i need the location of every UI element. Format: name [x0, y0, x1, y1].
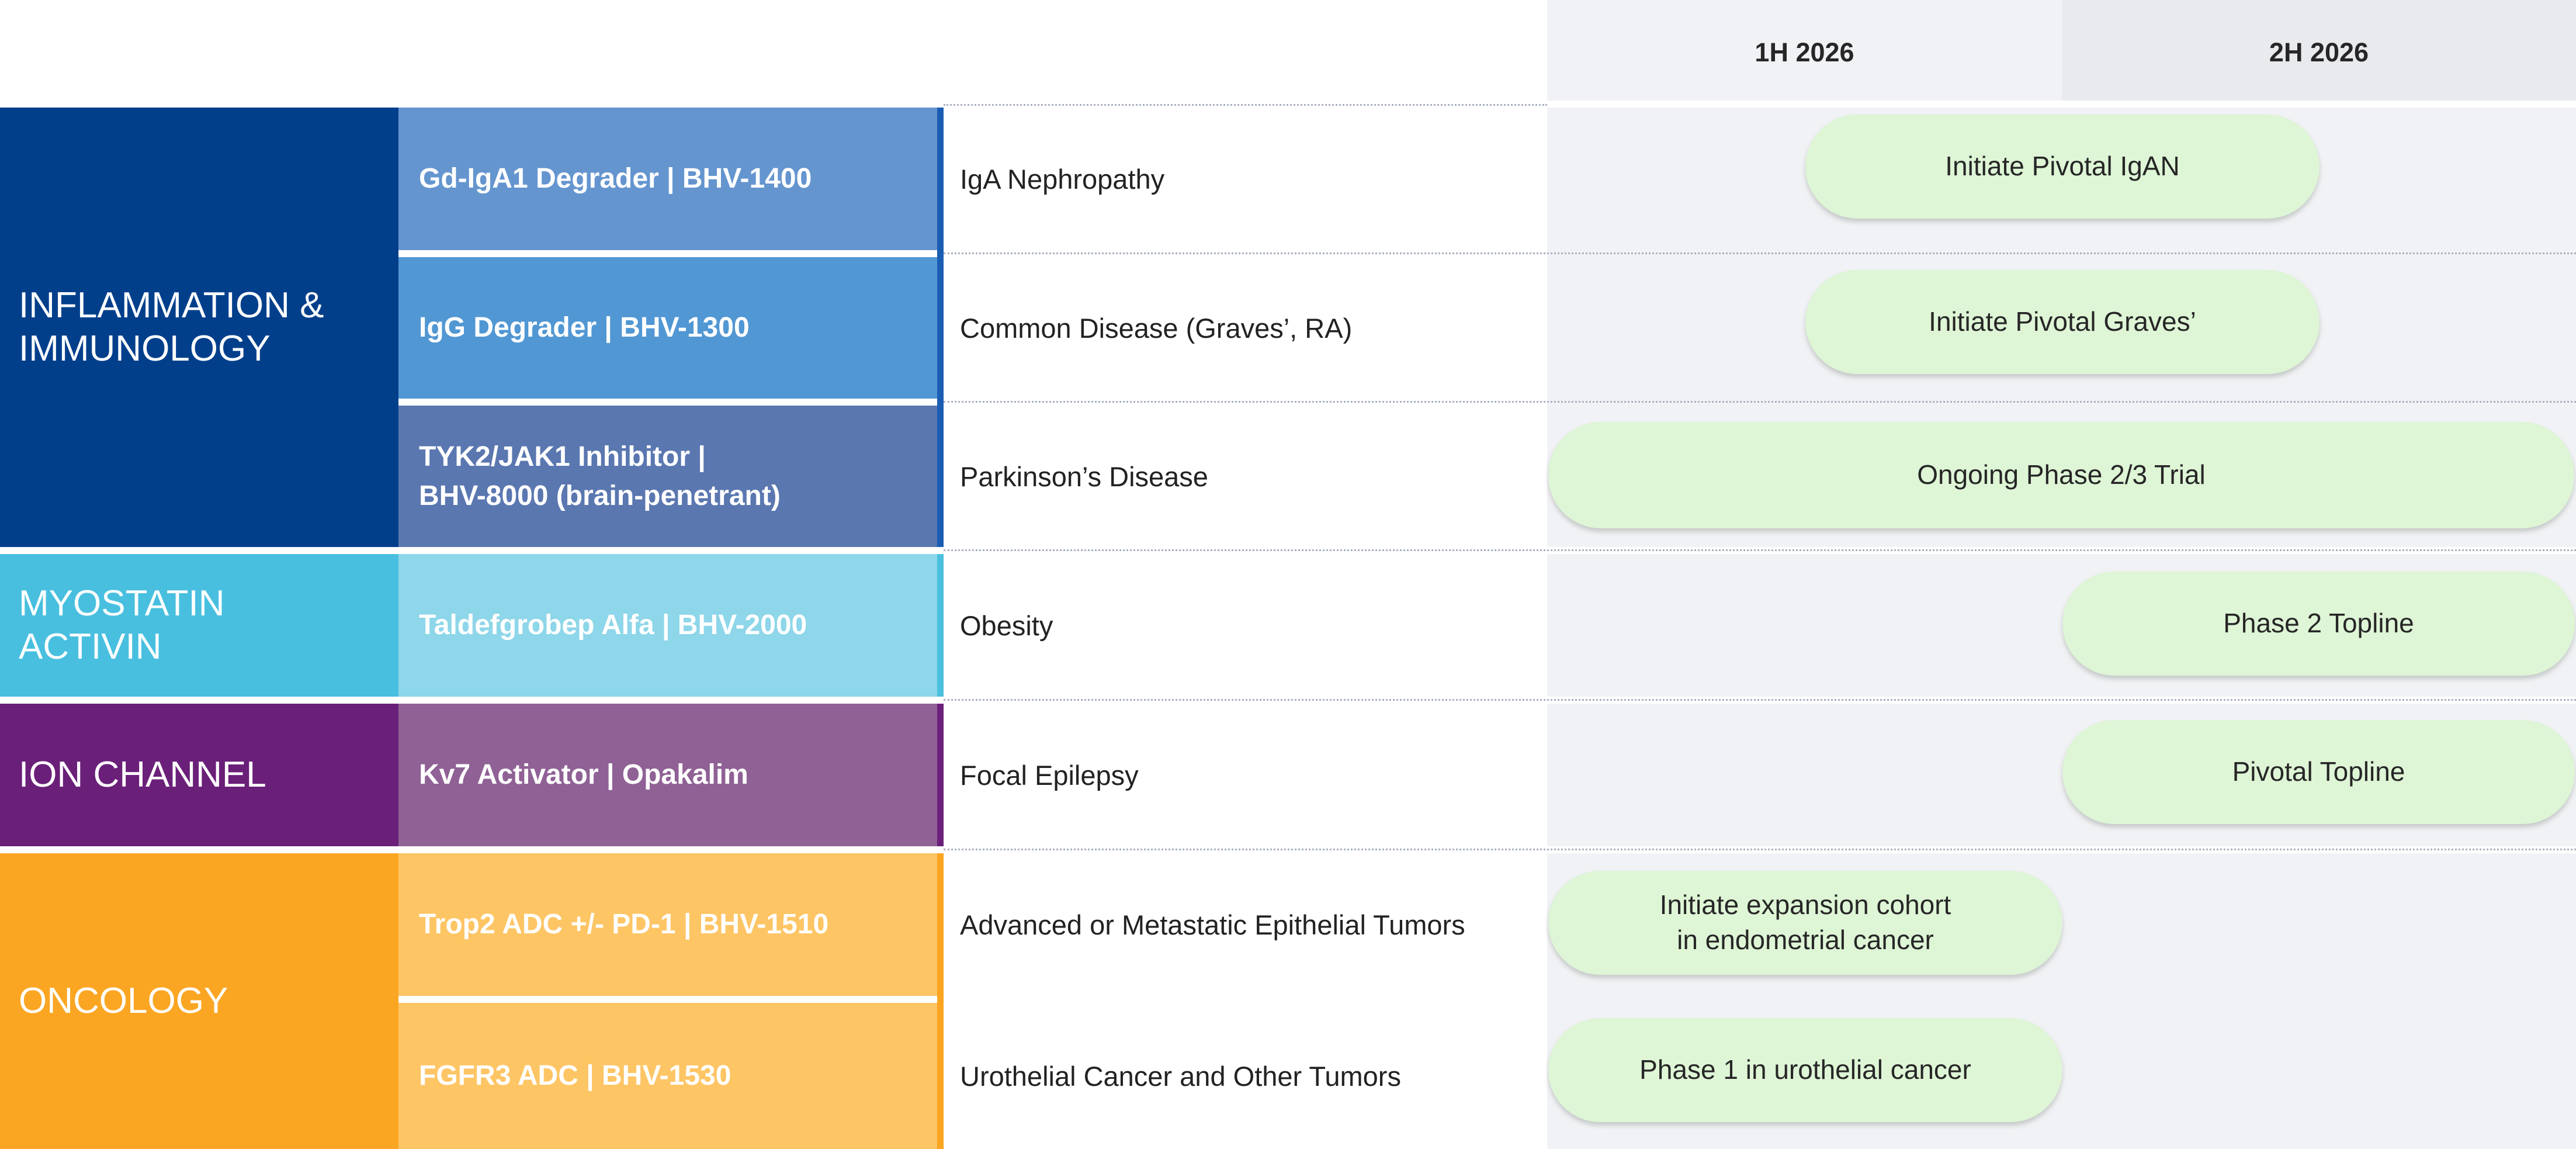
category-oncology: ONCOLOGY — [0, 853, 398, 1149]
band-gap-header — [1547, 101, 2576, 108]
indication-focal-epilepsy: Focal Epilepsy — [944, 704, 1547, 846]
program-bhv-2000: Taldefgrobep Alfa | BHV-2000 — [398, 554, 937, 697]
accent-stripe-inflammation — [937, 108, 944, 547]
program-gap — [398, 250, 944, 257]
accent-stripe-ion-channel — [937, 704, 944, 846]
program-bhv-1510: Trop2 ADC +/- PD-1 | BHV-1510 — [398, 853, 937, 996]
period-label-1h-2026: 1H 2026 — [1755, 37, 1854, 67]
program-bhv-1530: FGFR3 ADC | BHV-1530 — [398, 1003, 937, 1149]
program-bhv-8000: TYK2/JAK1 Inhibitor | BHV-8000 (brain-pe… — [398, 406, 937, 547]
program-gap — [398, 399, 944, 406]
milestone-phase-2-topline: Phase 2 Topline — [2062, 572, 2575, 676]
row-separator — [944, 401, 2576, 403]
indication-common-disease: Common Disease (Graves’, RA) — [944, 257, 1547, 399]
period-label-2h-2026: 2H 2026 — [2269, 37, 2369, 67]
category-ion-channel: ION CHANNEL — [0, 704, 398, 846]
row-separator — [944, 549, 2576, 551]
milestone-initiate-pivotal-igan: Initiate Pivotal IgAN — [1805, 115, 2320, 219]
accent-stripe-oncology — [937, 853, 944, 1149]
category-inflammation-immunology: INFLAMMATION & IMMUNOLOGY — [0, 108, 398, 547]
program-bhv-1300: IgG Degrader | BHV-1300 — [398, 257, 937, 399]
category-gap — [0, 547, 944, 554]
program-bhv-1400: Gd-IgA1 Degrader | BHV-1400 — [398, 108, 937, 250]
indication-epithelial-tumors: Advanced or Metastatic Epithelial Tumors — [944, 853, 1547, 996]
milestone-initiate-pivotal-graves: Initiate Pivotal Graves’ — [1805, 270, 2320, 374]
milestone-ongoing-phase-2-3-trial: Ongoing Phase 2/3 Trial — [1548, 422, 2574, 528]
indication-parkinsons: Parkinson’s Disease — [944, 406, 1547, 547]
milestone-initiate-expansion-cohort: Initiate expansion cohort in endometrial… — [1548, 871, 2062, 975]
accent-stripe-myostatin — [937, 554, 944, 697]
indication-urothelial-cancer: Urothelial Cancer and Other Tumors — [944, 1003, 1547, 1149]
row-separator — [944, 849, 2576, 850]
milestone-phase-1-urothelial: Phase 1 in urothelial cancer — [1548, 1018, 2062, 1122]
category-gap — [0, 697, 944, 704]
row-separator — [944, 699, 2576, 701]
program-gap — [398, 996, 944, 1003]
category-myostatin-activin: MYOSTATIN ACTIVIN — [0, 554, 398, 697]
row-separator — [944, 104, 1547, 106]
category-gap — [0, 846, 944, 853]
row-separator — [944, 252, 2576, 254]
indication-iga-nephropathy: IgA Nephropathy — [944, 108, 1547, 250]
milestone-pivotal-topline: Pivotal Topline — [2062, 720, 2575, 824]
program-opakalim: Kv7 Activator | Opakalim — [398, 704, 937, 846]
indication-obesity: Obesity — [944, 554, 1547, 697]
